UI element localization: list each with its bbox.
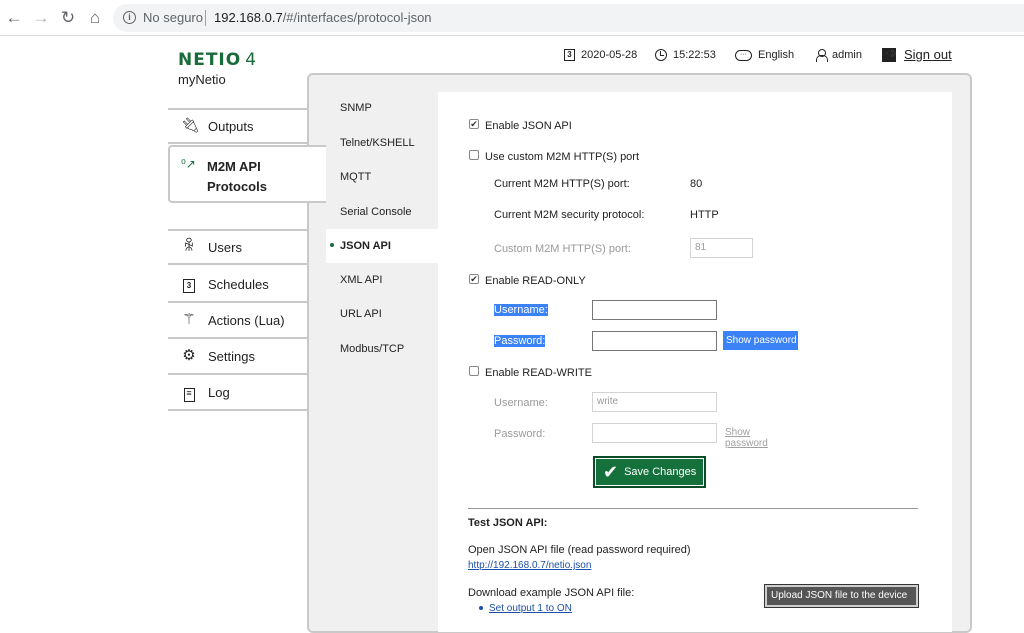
home-icon[interactable]: ⌂ (85, 8, 105, 28)
download-example-text: Download example JSON API file: (468, 587, 635, 599)
checkmark-icon: ✔ (603, 461, 619, 482)
security-protocol-label: Current M2M security protocol: (494, 209, 645, 221)
active-dot-icon (330, 243, 334, 247)
ro-show-password-button[interactable]: Show password (723, 331, 798, 350)
open-json-link[interactable]: http://192.168.0.7/netio.json (468, 560, 591, 571)
subnav-snmp[interactable]: SNMP (340, 102, 372, 114)
enable-read-write-label: Enable READ-WRITE (485, 367, 592, 379)
custom-port-checkbox[interactable] (469, 150, 479, 160)
url-text[interactable]: 192.168.0.7/#/interfaces/protocol-json (214, 10, 432, 25)
outputs-icon: 🔌︎ (181, 117, 201, 134)
enable-json-label: Enable JSON API (485, 120, 572, 132)
clock-icon (655, 49, 667, 61)
logo-text: NETIO (178, 50, 242, 70)
forward-arrow-icon[interactable]: → (31, 8, 51, 28)
menu-m2m-label-line2: Protocols (207, 179, 267, 194)
ro-username-label: Username: (494, 304, 548, 316)
menu-item-outputs[interactable]: 🔌︎ Outputs (168, 108, 308, 144)
header-date: 3 2020-05-28 (564, 49, 637, 61)
url-divider (205, 10, 206, 26)
enable-json-checkbox[interactable]: ✔ (469, 119, 479, 129)
menu-settings-label: Settings (208, 348, 255, 364)
ro-password-label: Password: (494, 335, 546, 347)
rw-show-password-link[interactable]: Show password (725, 427, 768, 449)
menu-item-actions[interactable]: ⚚ Actions (Lua) (168, 303, 308, 339)
logo-suffix: 4 (245, 50, 258, 70)
rw-password-input[interactable] (592, 423, 717, 443)
custom-port-label: Use custom M2M HTTP(S) port (485, 151, 640, 163)
subnav-serial-console[interactable]: Serial Console (340, 206, 412, 218)
device-name: myNetio (178, 72, 226, 87)
browser-toolbar: ← → ↻ ⌂ i No seguro 192.168.0.7/#/interf… (0, 0, 1024, 36)
sign-out-link[interactable]: Sign out (882, 46, 952, 62)
log-document-icon: ≡ (181, 384, 197, 402)
subnav-json-label: JSON API (340, 240, 391, 252)
current-port-value: 80 (690, 178, 703, 190)
netio-logo[interactable]: NETIO 4 (178, 50, 257, 70)
section-divider (468, 508, 918, 509)
calendar-icon: 3 (564, 49, 575, 61)
menu-log-label: Log (208, 384, 230, 400)
menu-item-settings[interactable]: ⚙ Settings (168, 339, 308, 375)
menu-m2m-label-line1: M2M API (207, 159, 261, 174)
time-text: 15:22:53 (673, 49, 716, 61)
url-path: /#/interfaces/protocol-json (282, 10, 432, 25)
save-changes-label: Save Changes (624, 466, 697, 478)
subnav-url-api[interactable]: URL API (340, 308, 382, 320)
language-icon: ··· (735, 49, 752, 61)
test-json-title: Test JSON API: (468, 517, 548, 529)
user-text: admin (832, 49, 862, 61)
menu-outputs-label: Outputs (208, 118, 254, 134)
address-bar[interactable]: i No seguro 192.168.0.7/#/interfaces/pro… (113, 4, 1024, 32)
language-text: English (758, 49, 795, 61)
subnav-mqtt[interactable]: MQTT (340, 171, 371, 183)
user-icon (816, 49, 828, 62)
current-port-label: Current M2M HTTP(S) port: (494, 178, 630, 190)
upload-json-button[interactable]: Upload JSON file to the device (764, 584, 919, 608)
custom-port-input[interactable]: 81 (690, 238, 753, 258)
custom-port-field-label: Custom M2M HTTP(S) port: (494, 243, 631, 255)
schedules-calendar-icon: 3 (181, 276, 197, 293)
not-secure-label[interactable]: No seguro (143, 10, 203, 25)
open-json-text: Open JSON API file (read password requir… (468, 544, 691, 556)
m2m-connection-icon: ⁰↗ (181, 157, 196, 171)
menu-item-schedules[interactable]: 3 Schedules (168, 267, 308, 303)
back-arrow-icon[interactable]: ← (4, 8, 24, 28)
sign-out-label: Sign out (904, 47, 952, 62)
reload-icon[interactable]: ↻ (58, 8, 78, 28)
gear-icon: ⚙ (182, 347, 196, 364)
url-host: 192.168.0.7 (214, 10, 283, 25)
header-user[interactable]: admin (816, 49, 862, 62)
rw-username-input[interactable]: write (592, 392, 717, 412)
sign-out-icon (882, 46, 896, 62)
subnav-modbus-tcp[interactable]: Modbus/TCP (340, 343, 404, 355)
menu-actions-label: Actions (Lua) (208, 312, 285, 328)
ro-username-input[interactable] (592, 300, 717, 320)
users-icon: ꆜ (183, 238, 195, 255)
example-set-output-1-on-link[interactable]: Set output 1 to ON (489, 603, 572, 614)
list-bullet (479, 606, 483, 610)
enable-read-only-checkbox[interactable]: ✔ (469, 274, 479, 284)
subnav-json-api[interactable]: JSON API (326, 229, 438, 263)
magic-wand-icon: ⚚ (182, 311, 196, 328)
menu-schedules-label: Schedules (208, 276, 269, 292)
menu-item-m2m-api-protocols[interactable]: ⁰↗ M2M API Protocols (168, 145, 326, 203)
language-selector[interactable]: ··· English (735, 49, 794, 61)
menu-users-label: Users (208, 239, 242, 255)
info-icon[interactable]: i (123, 11, 136, 24)
date-text: 2020-05-28 (581, 49, 638, 61)
rw-username-label: Username: (494, 397, 548, 409)
ro-password-input[interactable] (592, 331, 717, 351)
enable-read-only-label: Enable READ-ONLY (485, 275, 586, 287)
header-time: 15:22:53 (655, 49, 716, 61)
rw-password-label: Password: (494, 428, 546, 440)
subnav-telnet-kshell[interactable]: Telnet/KSHELL (340, 137, 415, 149)
menu-item-log[interactable]: ≡ Log (168, 375, 308, 411)
menu-item-users[interactable]: ꆜ Users (168, 229, 308, 265)
enable-read-write-checkbox[interactable] (469, 366, 479, 376)
security-protocol-value: HTTP (690, 209, 719, 221)
subnav-xml-api[interactable]: XML API (340, 274, 382, 286)
save-changes-button[interactable]: ✔ Save Changes (593, 456, 706, 488)
